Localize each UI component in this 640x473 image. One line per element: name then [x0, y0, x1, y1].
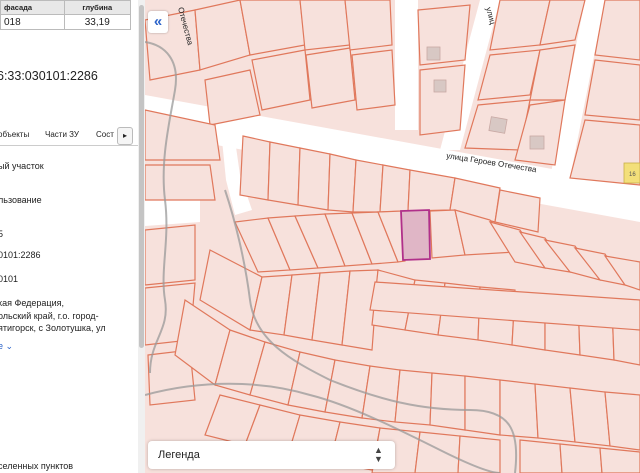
cadastral-number-title: 6:33:030101:2286: [0, 69, 98, 83]
field-object-type: ый участок: [0, 161, 44, 171]
tab-objects[interactable]: объекты: [0, 130, 29, 139]
show-more-link[interactable]: е ⌄: [0, 341, 13, 352]
selected-parcel[interactable]: [400, 209, 431, 261]
cadastral-map[interactable]: 16 улица Героев Отечества Отечества улиц: [145, 0, 640, 473]
field-land-category: селенных пунктов: [0, 461, 74, 471]
facade-value: 018: [0, 14, 65, 30]
tab-composition[interactable]: Сост: [96, 130, 114, 139]
panel-scrollbar-thumb[interactable]: [139, 5, 144, 348]
tab-land-parts[interactable]: Части ЗУ: [45, 130, 79, 139]
parcels: [145, 0, 640, 473]
collapse-panel-button[interactable]: «: [148, 11, 168, 33]
info-panel: фасада глубина 018 33,19 6:33:030101:228…: [0, 0, 138, 473]
chevron-up-down-icon: ▲ ▼: [374, 445, 383, 464]
field-cadastral-quarter: 0101: [0, 274, 19, 284]
legend-label: Легенда: [158, 449, 200, 461]
column-header-facade: фасада: [0, 0, 65, 15]
map-canvas[interactable]: 16 улица Героев Отечества Отечества улиц: [145, 0, 640, 473]
column-header-depth: глубина: [63, 0, 132, 15]
legend-dropdown[interactable]: Легенда ▲ ▼: [148, 441, 395, 469]
field-cadastral-number: 0101:2286: [0, 250, 41, 260]
field-address-line-2: ольский край, г.о. город-: [0, 311, 99, 321]
field-address-line-1: кая Федерация,: [0, 298, 64, 308]
building-number: 16: [629, 172, 636, 178]
depth-value: 33,19: [63, 14, 132, 30]
field-value: 5: [0, 229, 4, 239]
field-address-line-3: ятигорск, с Золотушка, ул: [0, 323, 106, 333]
dimensions-table: фасада глубина 018 33,19: [0, 0, 132, 30]
field-usage: льзование: [0, 195, 42, 205]
tab-scroll-right-button[interactable]: ▸: [117, 127, 133, 145]
